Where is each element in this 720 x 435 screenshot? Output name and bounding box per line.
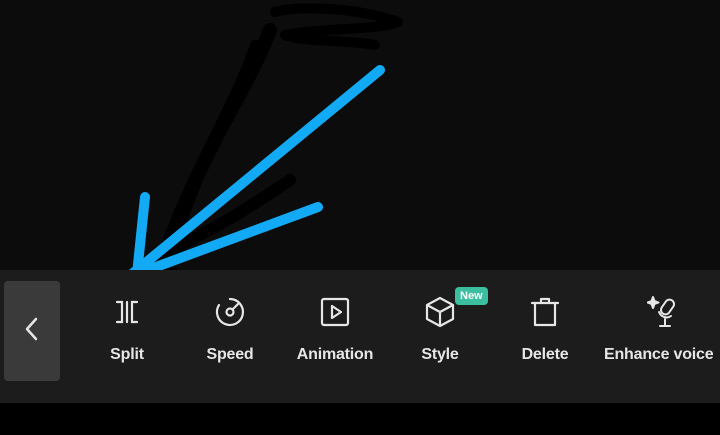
arrow-annotation bbox=[127, 65, 385, 279]
split-button[interactable]: Split bbox=[100, 292, 154, 382]
speed-label: Speed bbox=[206, 346, 254, 363]
edit-toolbar: Split Speed Animation Style New Delete E… bbox=[0, 270, 720, 403]
enhance-voice-label: Enhance voice bbox=[604, 346, 714, 363]
style-label: Style bbox=[421, 346, 459, 363]
cube-icon bbox=[420, 292, 460, 332]
trash-icon bbox=[525, 292, 565, 332]
delete-button[interactable]: Delete bbox=[514, 292, 576, 382]
enhance-voice-button[interactable]: Enhance voice bbox=[604, 292, 720, 382]
split-icon bbox=[107, 292, 147, 332]
animation-label: Animation bbox=[296, 346, 374, 363]
animation-button[interactable]: Animation bbox=[288, 292, 382, 382]
magic-mic-icon bbox=[644, 292, 684, 332]
animation-icon bbox=[315, 292, 355, 332]
speed-button[interactable]: Speed bbox=[198, 292, 262, 382]
style-button[interactable]: Style bbox=[410, 292, 470, 382]
delete-label: Delete bbox=[521, 346, 569, 363]
chevron-left-icon bbox=[23, 315, 41, 348]
split-label: Split bbox=[110, 346, 144, 363]
speed-icon bbox=[210, 292, 250, 332]
back-button[interactable] bbox=[4, 281, 60, 381]
new-badge: New bbox=[455, 287, 488, 305]
bottom-safe-area bbox=[0, 403, 720, 435]
annotation-overlay bbox=[96, 3, 403, 282]
